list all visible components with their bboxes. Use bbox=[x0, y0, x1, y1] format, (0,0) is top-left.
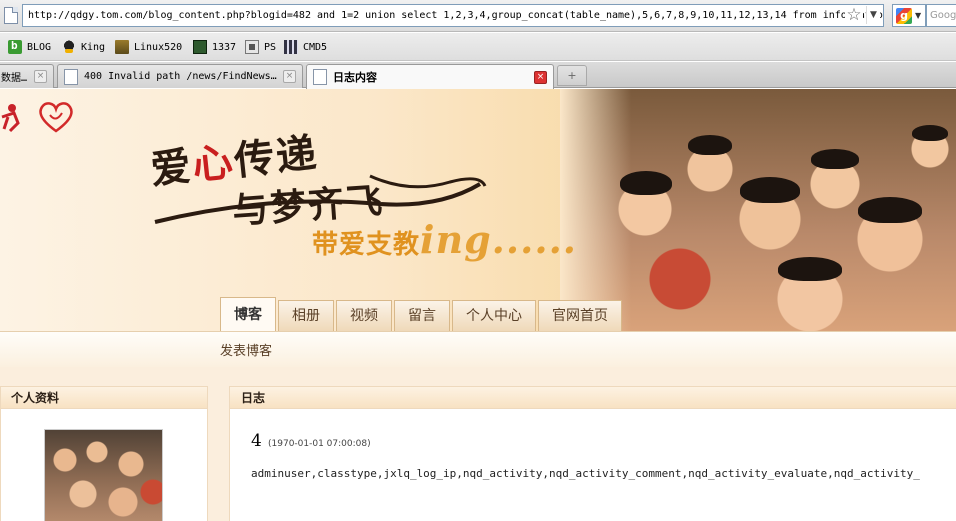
slogan-line-3: 带爱支教ing...... bbox=[312, 217, 578, 262]
address-bar: http://qdgy.tom.com/blog_content.php?blo… bbox=[0, 0, 956, 32]
bookmark-1337[interactable]: 1337 bbox=[193, 38, 236, 56]
close-icon[interactable]: × bbox=[534, 70, 547, 84]
close-icon[interactable]: × bbox=[283, 70, 296, 83]
grid-icon bbox=[284, 40, 298, 54]
google-icon: g bbox=[896, 8, 912, 24]
bookmark-ps[interactable]: PS bbox=[245, 38, 276, 56]
site-banner: 爱心传递 与梦齐飞 带爱支教ing...... 博客 相册 视频 留言 个人中心… bbox=[0, 89, 956, 331]
heart-logo-icon bbox=[39, 102, 73, 133]
tab-label: 400 Invalid path /news/FindNews… bbox=[84, 71, 277, 82]
blog-icon bbox=[8, 39, 22, 54]
tab-data[interactable]: 数据… × bbox=[0, 64, 54, 88]
profile-panel: 个人资料 bbox=[0, 386, 208, 521]
bookmarks-toolbar: BLOG King Linux520 1337 PS CMD5 bbox=[0, 33, 956, 61]
post-date: (1970-01-01 07:00:08) bbox=[268, 439, 371, 449]
bookmark-blog[interactable]: BLOG bbox=[8, 38, 51, 56]
runner-logo-icon bbox=[1, 104, 20, 133]
new-tab-button[interactable]: + bbox=[557, 65, 587, 86]
page-icon bbox=[4, 7, 18, 24]
search-input[interactable]: Google bbox=[926, 4, 956, 27]
nav-tab-homepage[interactable]: 官网首页 bbox=[538, 300, 622, 331]
bookmark-label: King bbox=[81, 41, 106, 53]
profile-heading: 个人资料 bbox=[1, 387, 207, 409]
avatar[interactable] bbox=[44, 429, 163, 521]
site-nav: 博客 相册 视频 留言 个人中心 官网首页 bbox=[220, 297, 624, 331]
bookmark-label: CMD5 bbox=[303, 41, 328, 53]
bookmark-label: Linux520 bbox=[134, 41, 183, 53]
web-page: 爱心传递 与梦齐飞 带爱支教ing...... 博客 相册 视频 留言 个人中心… bbox=[0, 89, 956, 521]
search-engine-selector[interactable]: g ▼ bbox=[892, 4, 926, 27]
bookmark-star-icon[interactable]: ☆ bbox=[845, 6, 863, 24]
penguin-icon bbox=[62, 40, 76, 54]
nav-tab-album[interactable]: 相册 bbox=[278, 300, 334, 331]
tab-strip: 数据… × 400 Invalid path /news/FindNews… ×… bbox=[0, 62, 956, 89]
tab-invalid-path[interactable]: 400 Invalid path /news/FindNews… × bbox=[57, 64, 303, 88]
chevron-down-icon: ▼ bbox=[915, 11, 922, 20]
diary-heading: 日志 bbox=[230, 387, 956, 409]
post-body: adminuser,classtype,jxlq_log_ip,nqd_acti… bbox=[251, 467, 920, 480]
page-icon bbox=[313, 69, 327, 85]
ps-icon bbox=[245, 40, 259, 54]
bookmark-linux520[interactable]: Linux520 bbox=[115, 38, 182, 56]
close-icon[interactable]: × bbox=[34, 70, 47, 83]
bookmark-label: PS bbox=[264, 41, 277, 53]
tab-diary-content[interactable]: 日志内容 × bbox=[306, 64, 554, 89]
bookmark-label: 1337 bbox=[212, 41, 237, 53]
url-input[interactable]: http://qdgy.tom.com/blog_content.php?blo… bbox=[22, 4, 884, 27]
sub-navigation: 发表博客 bbox=[0, 331, 956, 367]
tab-label: 数据… bbox=[1, 73, 28, 84]
bookmark-king[interactable]: King bbox=[62, 38, 105, 56]
tab-label: 日志内容 bbox=[333, 71, 377, 84]
diary-panel: 日志 4 (1970-01-01 07:00:08) adminuser,cla… bbox=[229, 386, 956, 521]
nav-tab-video[interactable]: 视频 bbox=[336, 300, 392, 331]
nav-tab-blog[interactable]: 博客 bbox=[220, 297, 276, 331]
url-dropdown-icon[interactable]: ▼ bbox=[866, 6, 880, 24]
nav-tab-personal-center[interactable]: 个人中心 bbox=[452, 300, 536, 331]
linux-icon bbox=[115, 40, 129, 54]
children-photo bbox=[560, 89, 956, 331]
post-title[interactable]: 4 bbox=[251, 431, 262, 451]
nav-tab-messages[interactable]: 留言 bbox=[394, 300, 450, 331]
bookmark-cmd5[interactable]: CMD5 bbox=[284, 38, 327, 56]
hacker-icon bbox=[193, 40, 207, 54]
page-icon bbox=[64, 68, 78, 85]
post-blog-link[interactable]: 发表博客 bbox=[220, 340, 272, 359]
bookmark-label: BLOG bbox=[27, 41, 52, 53]
